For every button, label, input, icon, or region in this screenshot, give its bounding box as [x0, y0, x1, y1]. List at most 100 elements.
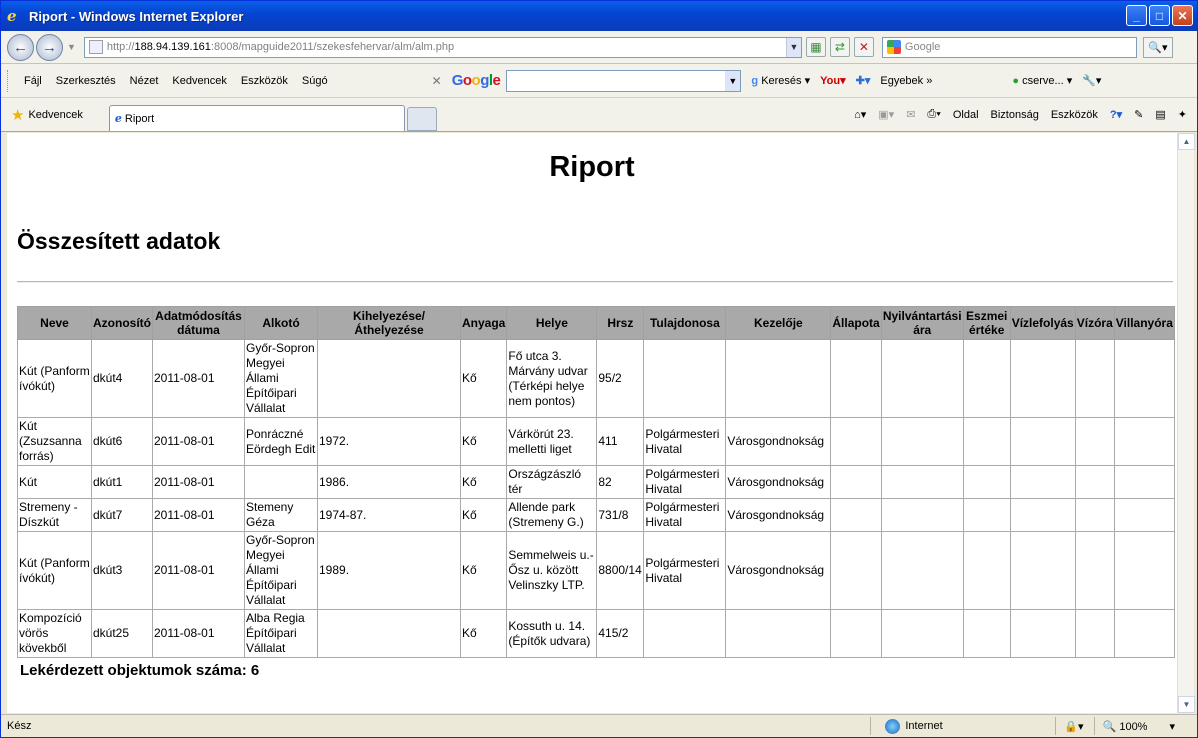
- table-cell: 731/8: [596, 498, 645, 532]
- protected-mode-icon[interactable]: 🔒▾: [1064, 720, 1083, 733]
- table-cell: [1074, 339, 1115, 418]
- scroll-up-icon[interactable]: ▲: [1178, 133, 1195, 150]
- favorites-label: Kedvencek: [28, 108, 83, 121]
- history-dropdown-icon[interactable]: ▼: [67, 42, 76, 52]
- table-cell: [1009, 339, 1076, 418]
- table-cell: [830, 465, 882, 499]
- url-path: :8008/mapguide2011/szekesfehervar/alm/al…: [210, 41, 455, 53]
- help-icon[interactable]: ?▾: [1110, 108, 1122, 121]
- wrench-icon[interactable]: 🔧▾: [1082, 74, 1101, 87]
- table-cell: [1074, 609, 1115, 658]
- table-cell: dkút4: [91, 339, 153, 418]
- menu-view[interactable]: Nézet: [130, 75, 159, 87]
- table-cell: [962, 609, 1011, 658]
- column-header: Kihelyezése/Áthelyezése: [317, 306, 461, 340]
- google-search-dropdown-icon[interactable]: ▼: [725, 70, 741, 91]
- table-cell: dkút25: [91, 609, 153, 658]
- table-cell: Polgármesteri Hivatal: [643, 417, 727, 466]
- table-cell: Semmelweis u.-Ősz u. között Velinszky LT…: [506, 531, 598, 610]
- google-search-input[interactable]: ▼: [506, 69, 742, 92]
- more-button[interactable]: Egyebek »: [880, 75, 932, 87]
- table-cell: 415/2: [596, 609, 645, 658]
- table-cell: [244, 465, 318, 499]
- table-cell: [962, 498, 1011, 532]
- table-cell: Polgármesteri Hivatal: [643, 531, 727, 610]
- menu-tools[interactable]: Eszközök: [241, 75, 288, 87]
- back-button[interactable]: ←: [7, 33, 34, 61]
- more-label: Egyebek: [880, 74, 924, 87]
- bookmark-icon[interactable]: ▤: [1155, 108, 1165, 121]
- table-cell: Kompozíció vörös kövekből: [17, 609, 92, 658]
- table-row: Kút (Panform ívókút) dkút4 2011-08-01 Győr-…: [17, 339, 1175, 418]
- print-icon[interactable]: ⎙▾: [927, 108, 940, 121]
- table-cell: [1113, 531, 1175, 610]
- google-logo: Google: [451, 72, 501, 89]
- compatibility-icon[interactable]: ▦: [805, 37, 826, 57]
- mail-icon[interactable]: ✉: [906, 108, 915, 121]
- safety-menu[interactable]: Biztonság: [991, 109, 1039, 121]
- page-title: Riport: [549, 151, 635, 183]
- page-icon: [88, 40, 103, 54]
- translate-icon[interactable]: ✦: [1178, 108, 1187, 121]
- zoom-dropdown-icon[interactable]: ▾: [1169, 720, 1175, 733]
- table-cell: [962, 417, 1011, 466]
- new-tab-button[interactable]: [406, 107, 437, 131]
- table-cell: 2011-08-01: [152, 609, 245, 658]
- tools-menu[interactable]: Eszközök: [1051, 109, 1098, 121]
- table-cell: Győr-Sopron Megyei Állami Építőipari Vál…: [244, 339, 318, 418]
- security-zone: Internet 🔒▾ 🔍 100% ▾: [860, 717, 1197, 735]
- table-cell: 2011-08-01: [152, 465, 245, 499]
- column-header: Állapota: [830, 306, 882, 340]
- research-icon[interactable]: ✎: [1134, 108, 1143, 121]
- google-search-button[interactable]: g Keresés ▾: [751, 74, 810, 87]
- zoom-control[interactable]: 🔍 100%: [1103, 720, 1148, 733]
- page-menu[interactable]: Oldal: [953, 109, 979, 121]
- home-icon[interactable]: ⌂▾: [854, 108, 866, 121]
- menu-help[interactable]: Súgó: [302, 75, 328, 87]
- forward-button[interactable]: →: [36, 33, 63, 61]
- menu-file[interactable]: Fájl: [24, 75, 42, 87]
- table-cell: 95/2: [596, 339, 645, 418]
- vertical-scrollbar[interactable]: ▲ ▼: [1177, 133, 1195, 713]
- table-cell: [962, 531, 1011, 610]
- table-cell: [880, 609, 964, 658]
- table-cell: Kő: [459, 609, 508, 658]
- menu-edit[interactable]: Szerkesztés: [56, 75, 116, 87]
- column-header: Tulajdonosa: [643, 306, 727, 340]
- favorites-button[interactable]: ★ Kedvencek: [11, 106, 83, 124]
- user-label: cserve...: [1022, 75, 1064, 87]
- scroll-down-icon[interactable]: ▼: [1178, 696, 1195, 713]
- status-text: Kész: [7, 720, 32, 732]
- search-button[interactable]: 🔍▾: [1142, 36, 1173, 58]
- url-host: 188.94.139.161: [134, 41, 211, 53]
- minimize-button[interactable]: _: [1126, 5, 1147, 26]
- tab-riport[interactable]: e Riport: [108, 105, 405, 131]
- add-button[interactable]: ✚▾: [856, 74, 871, 87]
- feeds-icon[interactable]: ▣▾: [878, 108, 894, 121]
- title-bar[interactable]: e Riport - Windows Internet Explorer _ □…: [1, 1, 1197, 31]
- table-cell: [1009, 498, 1076, 532]
- column-header: Villanyóra: [1113, 306, 1175, 340]
- refresh-icon[interactable]: ⇄: [829, 37, 850, 57]
- window-title: Riport - Windows Internet Explorer: [29, 8, 244, 24]
- menu-favorites[interactable]: Kedvencek: [172, 75, 226, 87]
- address-dropdown-icon[interactable]: ▼: [785, 37, 801, 57]
- user-button[interactable]: ● cserve... ▾: [1012, 74, 1072, 87]
- maximize-button[interactable]: □: [1149, 5, 1170, 26]
- column-header: Helye: [506, 306, 598, 340]
- table-cell: 82: [596, 465, 645, 499]
- close-toolbar-icon[interactable]: ✕: [432, 74, 442, 88]
- table-cell: dkút1: [91, 465, 153, 499]
- column-header: Anyaga: [459, 306, 508, 340]
- close-button[interactable]: ✕: [1172, 5, 1193, 26]
- youtube-button[interactable]: You▾: [820, 74, 845, 87]
- table-cell: [880, 465, 964, 499]
- address-input[interactable]: http://188.94.139.161:8008/mapguide2011/…: [83, 36, 802, 58]
- table-cell: Kő: [459, 417, 508, 466]
- google-g-icon: g: [751, 75, 759, 87]
- url-prefix: http://: [106, 41, 135, 53]
- table-cell: 1989.: [317, 531, 461, 610]
- section-title: Összesített adatok: [17, 228, 221, 254]
- stop-icon[interactable]: ✕: [853, 37, 874, 57]
- search-input[interactable]: Google: [881, 36, 1137, 58]
